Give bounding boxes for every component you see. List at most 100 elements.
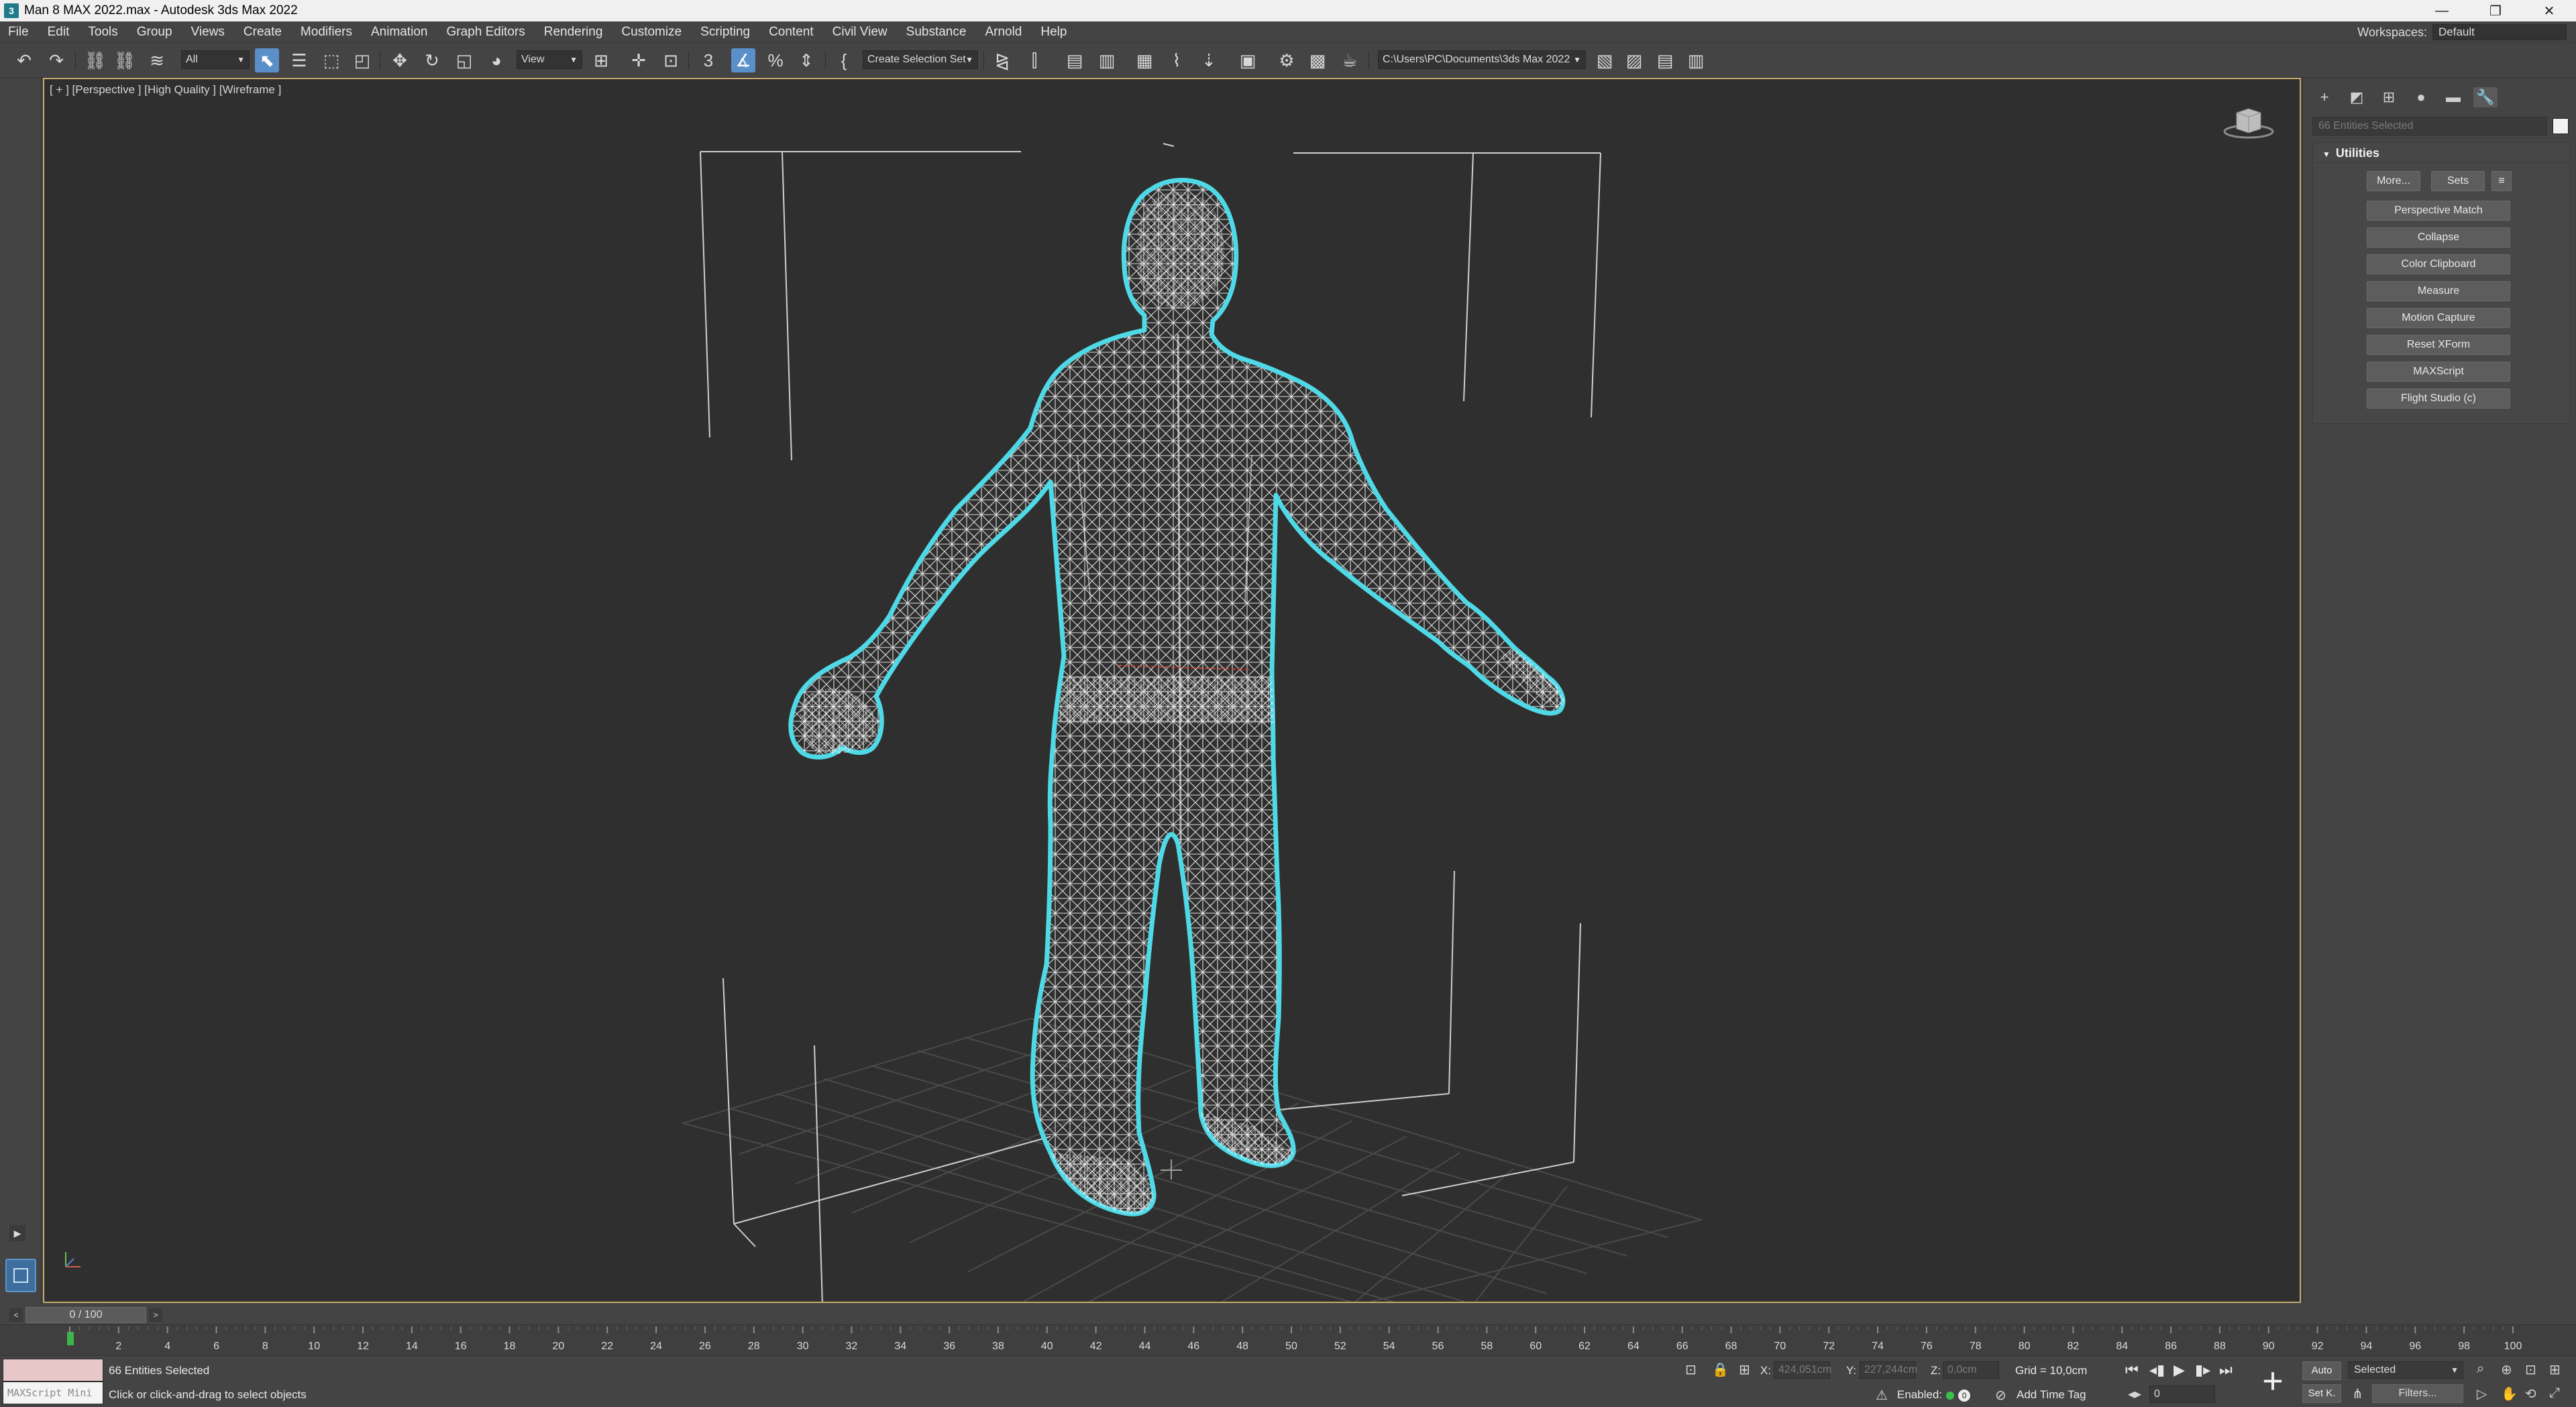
- menu-file[interactable]: File: [8, 25, 29, 40]
- key-filters-button[interactable]: Filters...: [2372, 1384, 2463, 1403]
- select-object-icon[interactable]: ⬉: [255, 48, 279, 72]
- project-settings-icon[interactable]: ▤: [1653, 48, 1677, 72]
- menu-rendering[interactable]: Rendering: [544, 25, 603, 40]
- zoom-extents-icon[interactable]: ⊡: [2525, 1361, 2536, 1378]
- perspective-viewport[interactable]: [ + ] [Perspective ] [High Quality ] [Wi…: [43, 78, 2301, 1303]
- measure-button[interactable]: Measure: [2367, 281, 2510, 301]
- percent-snap-icon[interactable]: %: [763, 48, 788, 72]
- workspaces-dropdown[interactable]: Default: [2432, 24, 2567, 40]
- zoom-icon[interactable]: ⌕: [2477, 1361, 2484, 1377]
- enabled-toggle-icon[interactable]: 0: [1958, 1389, 1971, 1402]
- menu-views[interactable]: Views: [191, 25, 225, 40]
- color-clipboard-button[interactable]: Color Clipboard: [2367, 254, 2510, 274]
- menu-civil-view[interactable]: Civil View: [833, 25, 888, 40]
- undo-icon[interactable]: ↶: [12, 48, 36, 72]
- bind-spacewarp-icon[interactable]: ≋: [145, 48, 169, 72]
- angle-snap-icon[interactable]: ∡: [731, 48, 755, 72]
- flight-studio-button[interactable]: Flight Studio (c): [2367, 388, 2510, 409]
- selection-lock-icon[interactable]: 🔒: [1712, 1361, 1729, 1378]
- collapse-button[interactable]: Collapse: [2367, 227, 2510, 248]
- menu-customize[interactable]: Customize: [621, 25, 682, 40]
- expand-arrow-icon[interactable]: ▶: [9, 1225, 25, 1241]
- toggle-scene-explorer-icon[interactable]: ▤: [1063, 48, 1087, 72]
- project-folder-dropdown[interactable]: C:\Users\PC\Documents\3ds Max 2022 ▼: [1378, 50, 1586, 69]
- snaps-toggle-icon[interactable]: 3: [696, 48, 720, 72]
- next-key-icon[interactable]: ▮▸: [2195, 1361, 2210, 1379]
- modify-tab-icon[interactable]: ◩: [2345, 87, 2369, 107]
- key-mode-toggle-icon[interactable]: ◂▸: [2128, 1386, 2141, 1402]
- viewcube-icon[interactable]: [2222, 102, 2275, 142]
- selection-name-field[interactable]: 66 Entities Selected: [2312, 117, 2547, 136]
- spinner-snap-icon[interactable]: ⇕: [794, 48, 818, 72]
- menu-animation[interactable]: Animation: [371, 25, 428, 40]
- track-bar-ruler[interactable]: 2 4 6 8 10 12 14 16 18 20 22 24 26 28 30 32 34 36 38 40 42 44…: [0, 1325, 2576, 1356]
- perspective-match-button[interactable]: Perspective Match: [2367, 201, 2510, 221]
- mirror-icon[interactable]: ⧎: [990, 48, 1014, 72]
- configure-sets-icon[interactable]: ≡: [2491, 171, 2512, 191]
- object-color-swatch[interactable]: [2553, 118, 2569, 134]
- current-frame-field[interactable]: 0: [2149, 1386, 2215, 1403]
- play-icon[interactable]: ▶: [2174, 1361, 2185, 1379]
- window-crossing-icon[interactable]: ◰: [350, 48, 374, 72]
- menu-group[interactable]: Group: [137, 25, 172, 40]
- utilities-tab-icon[interactable]: 🔧: [2473, 87, 2498, 107]
- menu-help[interactable]: Help: [1040, 25, 1067, 40]
- orbit-icon[interactable]: ⟲: [2525, 1386, 2536, 1402]
- menu-modifiers[interactable]: Modifiers: [301, 25, 352, 40]
- field-of-view-icon[interactable]: ▷: [2477, 1386, 2487, 1402]
- edit-named-selection-icon[interactable]: {: [832, 48, 856, 72]
- pan-view-icon[interactable]: ✋: [2501, 1386, 2518, 1402]
- viewport-label[interactable]: [ + ] [Perspective ] [High Quality ] [Wi…: [50, 83, 281, 97]
- rectangular-selection-icon[interactable]: ⬚: [319, 48, 343, 72]
- viewport-layout-tab[interactable]: [5, 1259, 36, 1292]
- key-filter-dropdown[interactable]: Selected ▼: [2348, 1361, 2463, 1379]
- maxscript-button[interactable]: MAXScript: [2367, 362, 2510, 382]
- keyboard-shortcut-override-icon[interactable]: ⊡: [659, 48, 683, 72]
- time-slider[interactable]: < 0 / 100 >: [0, 1306, 2576, 1324]
- maximize-viewport-icon[interactable]: ⤢: [2549, 1386, 2560, 1401]
- hierarchy-tab-icon[interactable]: ⊞: [2377, 87, 2401, 107]
- move-icon[interactable]: ✥: [388, 48, 412, 72]
- go-to-end-icon[interactable]: ⏭: [2219, 1361, 2233, 1379]
- viewport-scene[interactable]: [44, 79, 2301, 1303]
- align-icon[interactable]: ⫿: [1022, 48, 1046, 72]
- menu-graph-editors[interactable]: Graph Editors: [447, 25, 525, 40]
- previous-key-icon[interactable]: ◂▮: [2149, 1361, 2165, 1379]
- select-manipulate-icon[interactable]: ✛: [627, 48, 651, 72]
- material-editor-icon[interactable]: ▣: [1236, 48, 1260, 72]
- create-project-icon[interactable]: ▨: [1622, 48, 1646, 72]
- rotate-icon[interactable]: ↻: [420, 48, 444, 72]
- sets-button[interactable]: Sets: [2431, 171, 2485, 191]
- motion-capture-button[interactable]: Motion Capture: [2367, 308, 2510, 328]
- motion-tab-icon[interactable]: ●: [2409, 87, 2433, 107]
- set-key-icon[interactable]: +: [2254, 1363, 2292, 1400]
- isolate-selection-icon[interactable]: ⊡: [1685, 1361, 1697, 1378]
- rendered-frame-window-icon[interactable]: ▩: [1305, 48, 1330, 72]
- menu-content[interactable]: Content: [769, 25, 814, 40]
- pivot-center-icon[interactable]: ⊞: [589, 48, 613, 72]
- schematic-view-icon[interactable]: ⇣: [1197, 48, 1221, 72]
- time-slider-thumb[interactable]: 0 / 100: [25, 1307, 146, 1323]
- absolute-mode-icon[interactable]: ⊞: [1739, 1361, 1750, 1378]
- key-filters-icon[interactable]: ⋔: [2352, 1386, 2363, 1402]
- menu-tools[interactable]: Tools: [88, 25, 117, 40]
- restore-button[interactable]: ❐: [2469, 0, 2522, 21]
- named-selection-sets-dropdown[interactable]: Create Selection Set ▼: [863, 50, 978, 69]
- go-to-start-icon[interactable]: ⏮: [2125, 1361, 2139, 1379]
- next-frame-arrow-icon[interactable]: >: [149, 1308, 162, 1322]
- maxscript-listener-output[interactable]: [3, 1359, 103, 1382]
- auto-key-button[interactable]: Auto: [2302, 1361, 2341, 1380]
- z-coordinate-field[interactable]: 0,0cm: [1943, 1361, 1999, 1379]
- zoom-extents-all-icon[interactable]: ⊞: [2549, 1361, 2561, 1378]
- link-icon[interactable]: ⛓: [83, 48, 107, 72]
- menu-substance[interactable]: Substance: [906, 25, 967, 40]
- minimize-button[interactable]: —: [2415, 0, 2469, 21]
- open-project-icon[interactable]: ▧: [1593, 48, 1617, 72]
- menu-scripting[interactable]: Scripting: [700, 25, 750, 40]
- zoom-all-icon[interactable]: ⊕: [2501, 1361, 2512, 1378]
- x-coordinate-field[interactable]: 424,051cm: [1774, 1361, 1831, 1379]
- toggle-layer-explorer-icon[interactable]: ▥: [1095, 48, 1119, 72]
- selection-filter-dropdown[interactable]: All ▼: [181, 50, 250, 69]
- track-bar[interactable]: 2 4 6 8 10 12 14 16 18 20 22 24 26 28 30 32 34 36 38 40 42 44…: [0, 1324, 2576, 1355]
- menu-edit[interactable]: Edit: [48, 25, 70, 40]
